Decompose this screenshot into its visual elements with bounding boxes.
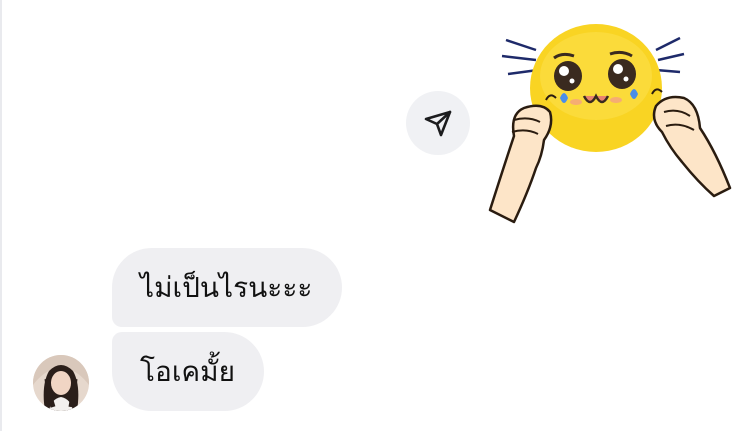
message-text: ไม่เป็นไรนะะะ bbox=[140, 270, 313, 304]
share-button[interactable] bbox=[406, 91, 470, 155]
sticker-message[interactable] bbox=[484, 16, 740, 228]
incoming-message-bubble[interactable]: ไม่เป็นไรนะะะ bbox=[112, 248, 342, 327]
avatar[interactable] bbox=[33, 355, 89, 411]
avatar-photo bbox=[33, 355, 89, 411]
send-arrow-icon bbox=[424, 110, 452, 137]
message-text: โอเคมั้ย bbox=[140, 354, 236, 388]
hands-squeezing-yellow-emoji-sticker bbox=[488, 24, 732, 224]
incoming-message-bubble[interactable]: โอเคมั้ย bbox=[112, 332, 264, 411]
window-edge bbox=[0, 0, 2, 431]
